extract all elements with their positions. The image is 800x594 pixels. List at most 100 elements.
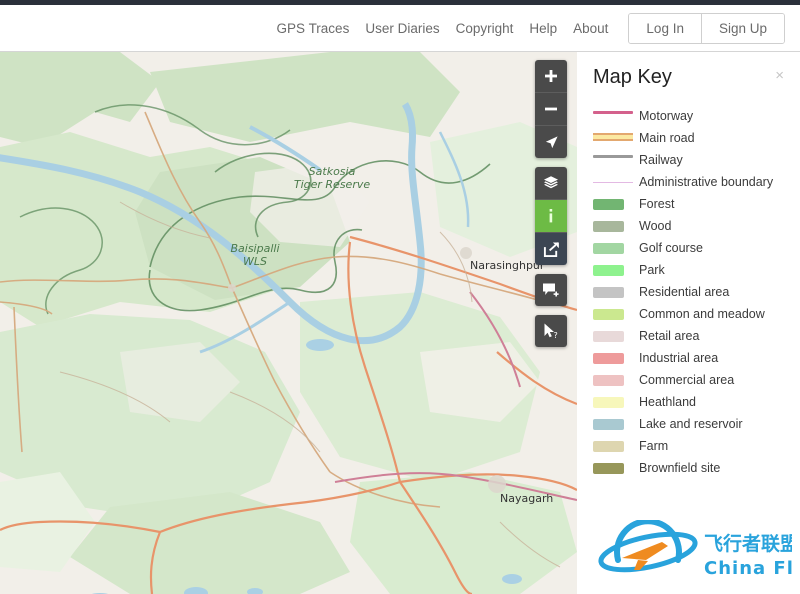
map-key-item: Brownfield site — [593, 461, 786, 478]
map-key-swatch — [593, 375, 624, 386]
map-key-swatch-cell — [593, 131, 639, 141]
map-key-item: Commercial area — [593, 373, 786, 390]
minus-icon — [545, 107, 557, 111]
map-key-swatch-cell — [593, 175, 639, 183]
page-root: GPS Traces User Diaries Copyright Help A… — [0, 0, 800, 594]
map-key-swatch-cell — [593, 329, 639, 342]
close-icon[interactable]: × — [773, 64, 786, 87]
map-key-item: Common and meadow — [593, 307, 786, 324]
locate-button[interactable] — [535, 125, 567, 158]
map-key-swatch — [593, 265, 624, 276]
map-key-item: Farm — [593, 439, 786, 456]
map-key-swatch-cell — [593, 219, 639, 232]
cursor-question-icon: ? — [544, 323, 558, 340]
map-key-swatch — [593, 243, 624, 254]
svg-text:?: ? — [554, 331, 558, 340]
map-key-label: Industrial area — [639, 351, 719, 365]
map-key-swatch — [593, 353, 624, 364]
map-key-swatch — [593, 419, 624, 430]
location-arrow-icon — [545, 135, 558, 148]
map-key-list: Motorway Main road Railway Administrative b… — [593, 109, 786, 478]
map-key-swatch — [593, 199, 624, 210]
log-in-button[interactable]: Log In — [629, 13, 701, 43]
map-key-label: Motorway — [639, 109, 694, 123]
map-key-item: Park — [593, 263, 786, 280]
add-note-button[interactable] — [535, 274, 567, 306]
map-tiles — [0, 52, 577, 594]
map-key-swatch — [593, 221, 624, 232]
map-key-item: Lake and reservoir — [593, 417, 786, 434]
layers-icon — [544, 176, 558, 189]
map-key-label: Main road — [639, 131, 695, 145]
map-key-swatch — [593, 133, 633, 141]
share-icon — [543, 241, 559, 257]
map-key-label: Retail area — [639, 329, 700, 343]
nav-gps-traces[interactable]: GPS Traces — [269, 15, 358, 42]
map-key-swatch — [593, 182, 633, 183]
map-key-label: Railway — [639, 153, 683, 167]
layers-button[interactable] — [535, 167, 567, 199]
sign-up-button[interactable]: Sign Up — [700, 13, 784, 43]
map-key-item: Administrative boundary — [593, 175, 786, 192]
map-key-swatch-cell — [593, 417, 639, 430]
map-key-swatch — [593, 309, 624, 320]
nav-about[interactable]: About — [565, 15, 616, 42]
map-key-swatch-cell — [593, 307, 639, 320]
map-key-swatch — [593, 463, 624, 474]
nav-links: GPS Traces User Diaries Copyright Help A… — [269, 15, 617, 42]
top-navbar: GPS Traces User Diaries Copyright Help A… — [0, 5, 800, 52]
map-key-item: Golf course — [593, 241, 786, 258]
map-key-item: Forest — [593, 197, 786, 214]
map-key-header: Map Key × — [593, 64, 786, 89]
info-icon — [549, 209, 553, 223]
map-key-label: Heathland — [639, 395, 696, 409]
map-key-swatch — [593, 155, 633, 158]
zoom-control-group — [535, 60, 567, 158]
map-key-swatch-cell — [593, 263, 639, 276]
map-key-label: Common and meadow — [639, 307, 765, 321]
map-key-label: Wood — [639, 219, 672, 233]
map-key-swatch-cell — [593, 439, 639, 452]
map-key-label: Park — [639, 263, 665, 277]
map-key-label: Lake and reservoir — [639, 417, 743, 431]
map-key-label: Farm — [639, 439, 669, 453]
auth-button-group: Log In Sign Up — [628, 12, 785, 44]
plus-icon — [545, 70, 557, 82]
map-key-swatch-cell — [593, 197, 639, 210]
map-key-swatch-cell — [593, 461, 639, 474]
zoom-out-button[interactable] — [535, 92, 567, 125]
map-key-swatch-cell — [593, 285, 639, 298]
note-group — [535, 274, 567, 306]
map-key-panel: Map Key × Motorway Main road Railway Admini… — [577, 52, 800, 594]
map-key-item: Motorway — [593, 109, 786, 126]
map-controls: ? — [535, 60, 567, 347]
map-key-item: Wood — [593, 219, 786, 236]
map-key-label: Golf course — [639, 241, 703, 255]
map-key-item: Railway — [593, 153, 786, 170]
map-key-swatch — [593, 111, 633, 114]
map-key-item: Retail area — [593, 329, 786, 346]
zoom-in-button[interactable] — [535, 60, 567, 92]
nav-help[interactable]: Help — [521, 15, 565, 42]
map-key-swatch — [593, 397, 624, 408]
map-key-item: Main road — [593, 131, 786, 148]
map-key-swatch-cell — [593, 351, 639, 364]
map-key-label: Brownfield site — [639, 461, 721, 475]
map-key-label: Forest — [639, 197, 675, 211]
map-key-swatch-cell — [593, 373, 639, 386]
map-key-item: Heathland — [593, 395, 786, 412]
map-tools-group — [535, 167, 567, 265]
map-key-title: Map Key — [593, 66, 672, 88]
nav-copyright[interactable]: Copyright — [448, 15, 522, 42]
map-key-swatch-cell — [593, 109, 639, 114]
map-key-swatch-cell — [593, 241, 639, 254]
map-canvas[interactable]: Satkosia Tiger Reserve Baisipalli WLS Na… — [0, 52, 577, 594]
map-key-label: Administrative boundary — [639, 175, 774, 189]
map-key-swatch — [593, 287, 624, 298]
map-key-label: Commercial area — [639, 373, 735, 387]
query-features-button[interactable]: ? — [535, 315, 567, 347]
map-key-swatch-cell — [593, 395, 639, 408]
map-key-button[interactable] — [535, 199, 567, 232]
share-button[interactable] — [535, 232, 567, 265]
nav-user-diaries[interactable]: User Diaries — [357, 15, 447, 42]
